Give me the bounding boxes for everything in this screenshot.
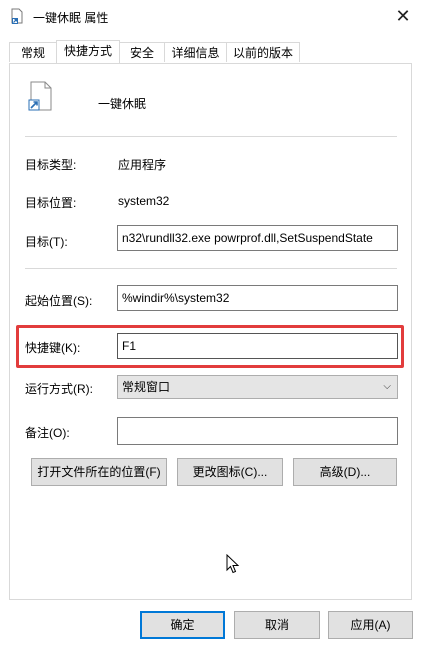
start-in-input[interactable]: %windir%\system32 [117, 285, 398, 311]
open-file-location-button[interactable]: 打开文件所在的位置(F) [31, 458, 167, 486]
comment-label: 备注(O): [25, 426, 70, 440]
tab-shortcut[interactable]: 快捷方式 [56, 40, 120, 63]
title-bar: 一键休眠 属性 ✕ [0, 0, 421, 32]
cancel-button[interactable]: 取消 [234, 611, 320, 639]
hotkey-highlight-box [16, 325, 404, 368]
separator [25, 136, 397, 137]
target-location-label: 目标位置: [25, 196, 77, 210]
window-title: 一键休眠 属性 [33, 11, 109, 25]
tab-label: 常规 [20, 46, 45, 60]
tab-security[interactable]: 安全 [119, 42, 165, 62]
tab-label: 详细信息 [171, 46, 220, 60]
mouse-cursor-icon [226, 554, 240, 574]
separator [25, 268, 397, 269]
tab-previous-versions[interactable]: 以前的版本 [226, 42, 300, 62]
target-type-value: 应用程序 [118, 158, 167, 172]
apply-button[interactable]: 应用(A) [328, 611, 413, 639]
run-label: 运行方式(R): [25, 382, 93, 396]
comment-input[interactable] [117, 417, 398, 445]
chevron-down-icon: ⌵ [383, 381, 391, 392]
tab-label: 快捷方式 [63, 44, 112, 58]
target-label: 目标(T): [25, 235, 68, 249]
close-icon: ✕ [395, 5, 411, 26]
run-mode-value: 常规窗口 [122, 380, 171, 394]
change-icon-button[interactable]: 更改图标(C)... [177, 458, 283, 486]
tab-details[interactable]: 详细信息 [164, 42, 227, 62]
tab-general[interactable]: 常规 [9, 42, 57, 62]
advanced-button[interactable]: 高级(D)... [293, 458, 397, 486]
start-in-label: 起始位置(S): [25, 294, 93, 308]
run-mode-select[interactable]: 常规窗口 ⌵ [117, 375, 398, 399]
target-input[interactable]: n32\rundll32.exe powrprof.dll,SetSuspend… [117, 225, 398, 251]
close-button[interactable]: ✕ [389, 4, 417, 28]
shortcut-name: 一键休眠 [98, 97, 147, 111]
tab-label: 以前的版本 [232, 46, 293, 60]
shortcut-large-icon [28, 81, 52, 111]
target-location-value: system32 [118, 194, 170, 208]
ok-button[interactable]: 确定 [140, 611, 225, 639]
tab-label: 安全 [129, 46, 154, 60]
target-type-label: 目标类型: [25, 158, 77, 172]
shortcut-file-icon [11, 8, 23, 24]
